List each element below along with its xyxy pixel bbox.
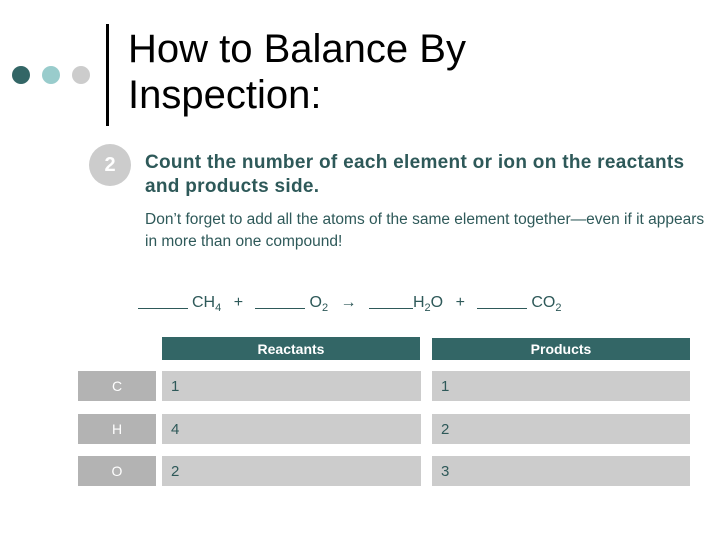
products-count: 1 xyxy=(432,371,690,401)
term-o2: O2 xyxy=(309,294,329,314)
decor-dot-gray xyxy=(72,66,90,84)
plus-sign: + xyxy=(455,294,465,311)
reactants-count: 1 xyxy=(162,371,421,401)
slide-title: How to Balance By Inspection: xyxy=(128,26,466,118)
products-count: 3 xyxy=(432,456,690,486)
coefficient-blank-o2 xyxy=(255,294,306,309)
term-co2: CO2 xyxy=(531,294,562,314)
step-note: Don’t forget to add all the atoms of the… xyxy=(145,211,705,250)
coefficient-blank-ch4 xyxy=(138,294,188,309)
element-label: O xyxy=(78,456,156,486)
element-label: C xyxy=(78,371,156,401)
coefficient-blank-h2o xyxy=(368,294,413,309)
title-line-1: How to Balance By xyxy=(128,27,466,71)
chemical-equation: CH4 + O2 → H2O + CO2 xyxy=(138,294,561,314)
header-reactants: Reactants xyxy=(162,337,420,360)
title-divider xyxy=(106,24,109,126)
decor-dot-dark xyxy=(12,66,30,84)
title-line-2: Inspection: xyxy=(128,73,322,117)
reactants-count: 2 xyxy=(162,456,421,486)
element-label: H xyxy=(78,414,156,444)
step-number-badge: 2 xyxy=(89,144,131,186)
step-heading: Count the number of each element or ion … xyxy=(145,152,685,197)
arrow-right-icon: → xyxy=(340,294,357,311)
term-h2o: H2O xyxy=(412,294,444,314)
plus-sign: + xyxy=(233,294,244,311)
term-ch4: CH4 xyxy=(192,294,222,314)
header-products: Products xyxy=(432,338,690,360)
decor-dot-teal xyxy=(42,66,60,84)
coefficient-blank-co2 xyxy=(477,294,528,309)
products-count: 2 xyxy=(432,414,690,444)
reactants-count: 4 xyxy=(162,414,421,444)
